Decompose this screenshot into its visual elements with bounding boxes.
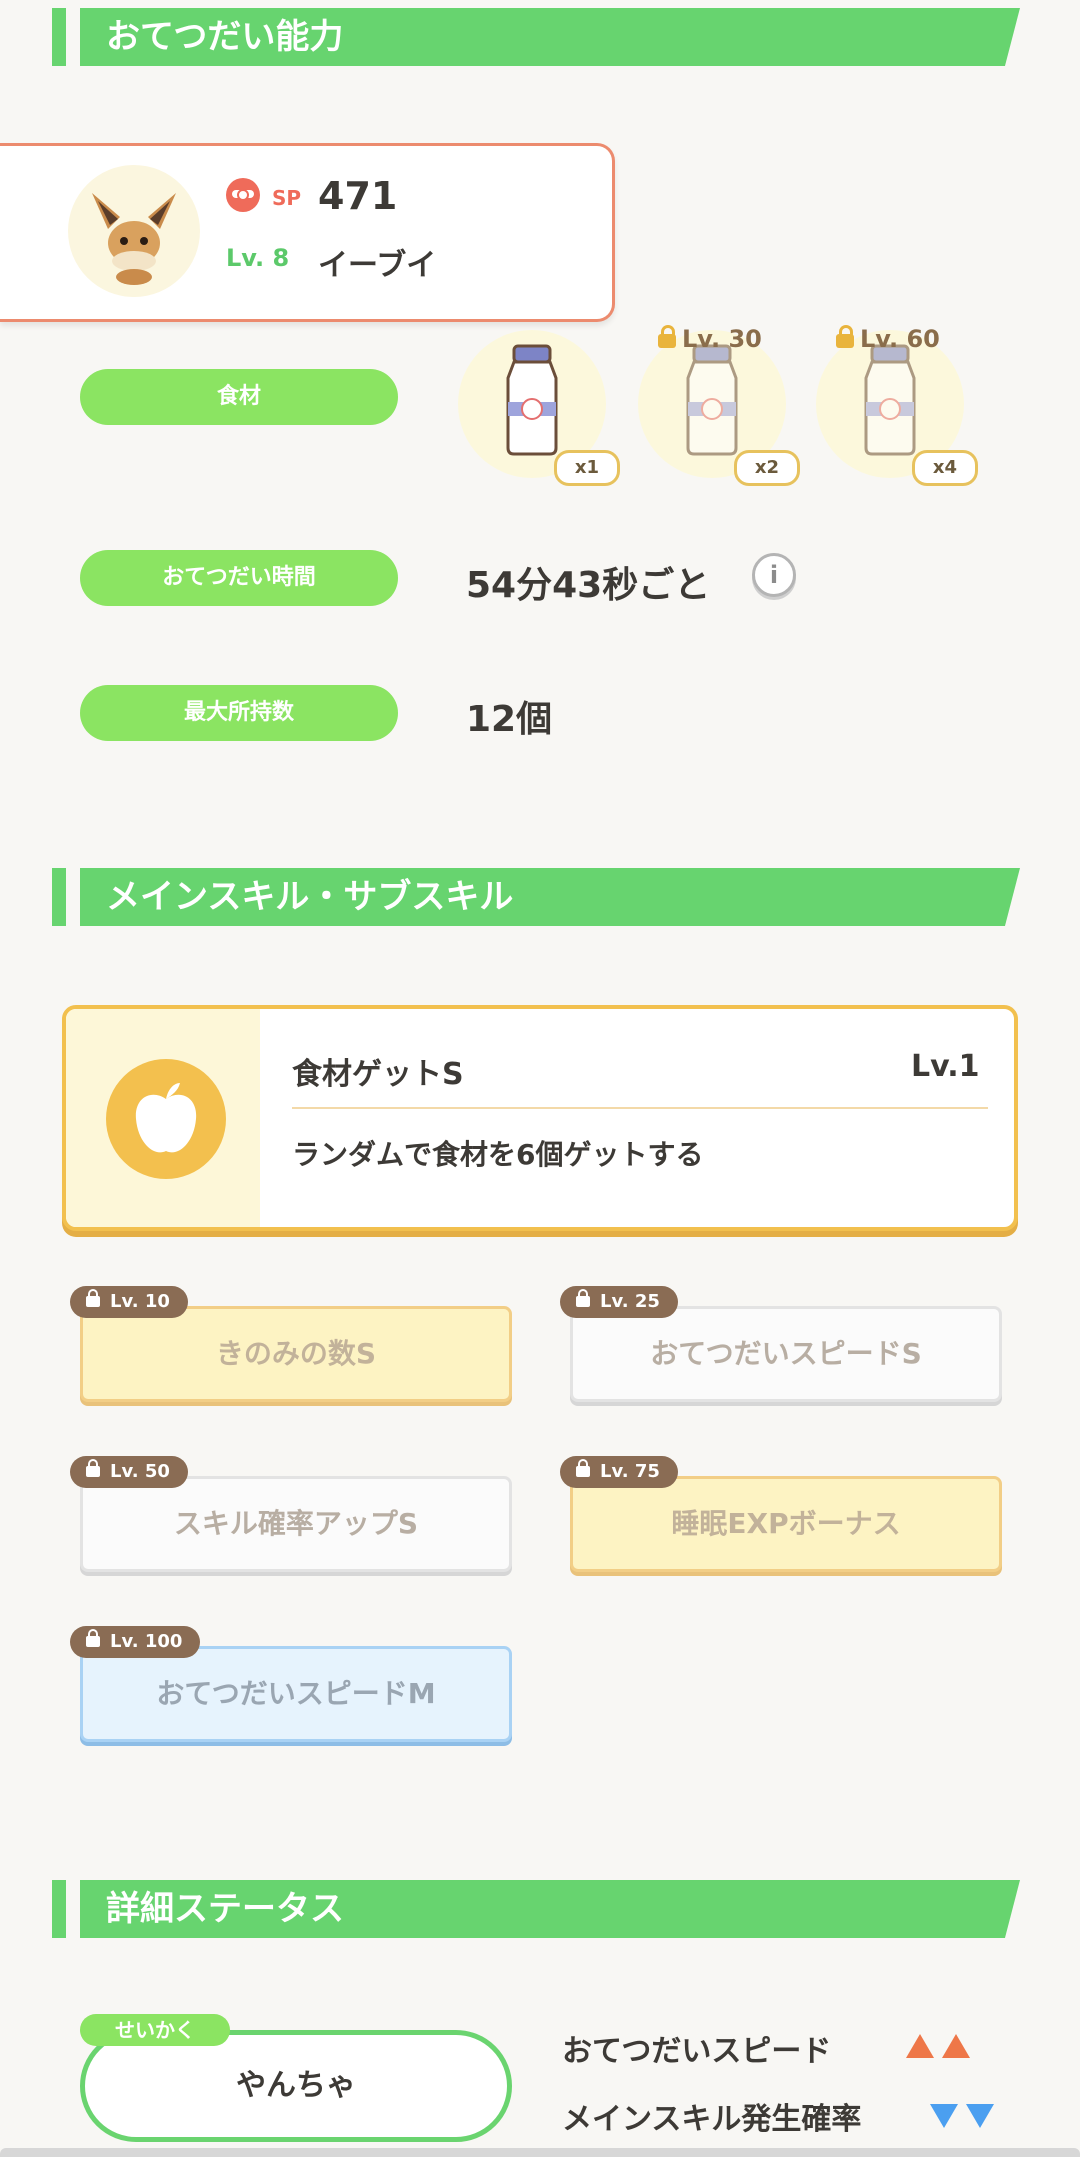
apple-icon: [106, 1059, 226, 1179]
sp-value: 471: [318, 174, 398, 218]
lock-level-label: Lv. 100: [110, 1631, 183, 1652]
section-accent: [52, 8, 66, 66]
lock-level-label: Lv. 60: [860, 325, 940, 353]
pokemon-level: Lv. 8: [226, 244, 290, 272]
max-carry-label: 最大所持数: [80, 685, 398, 741]
up-arrow-icon: [906, 2034, 934, 2058]
ingredients-label: 食材: [80, 369, 398, 425]
ingredient-lock-3: Lv. 60: [836, 325, 940, 353]
ingredient-qty-2: x2: [734, 450, 800, 486]
pokemon-name: イーブイ: [318, 248, 437, 283]
sp-label: SP: [272, 186, 302, 210]
lock-icon: [658, 325, 676, 348]
bottom-edge: [0, 2148, 1080, 2157]
sub-skill-2-lock-tag: Lv. 25: [560, 1286, 678, 1318]
lock-icon: [86, 1459, 100, 1477]
sub-skill-2[interactable]: おてつだいスピードS: [570, 1306, 1002, 1402]
sub-skill-3[interactable]: スキル確率アップS: [80, 1476, 512, 1572]
section-header-help-ability: おてつだい能力: [80, 8, 1020, 66]
main-skill-name: 食材ゲットS: [292, 1057, 464, 1092]
lock-level-label: Lv. 25: [600, 1291, 660, 1312]
lock-icon: [576, 1459, 590, 1477]
divider: [292, 1107, 988, 1109]
lock-level-label: Lv. 30: [682, 325, 762, 353]
sp-icon: [226, 178, 260, 212]
lock-level-label: Lv. 10: [110, 1291, 170, 1312]
up-arrow-icon: [942, 2034, 970, 2058]
pokemon-avatar: [68, 165, 200, 297]
lock-icon: [576, 1289, 590, 1307]
section-accent: [52, 1880, 66, 1938]
main-skill-card[interactable]: 食材ゲットS Lv.1 ランダムで食材を6個ゲットする: [62, 1005, 1018, 1231]
lock-icon: [86, 1289, 100, 1307]
milk-bottle-icon: [686, 344, 738, 456]
lock-level-label: Lv. 50: [110, 1461, 170, 1482]
milk-bottle-icon: [506, 344, 558, 456]
lock-icon: [836, 325, 854, 348]
main-skill-description: ランダムで食材を6個ゲットする: [292, 1138, 704, 1171]
ingredient-lock-2: Lv. 30: [658, 325, 762, 353]
up-stat-label: おてつだいスピード: [562, 2034, 832, 2069]
ingredient-qty-1: x1: [554, 450, 620, 486]
sub-skill-4[interactable]: 睡眠EXPボーナス: [570, 1476, 1002, 1572]
main-skill-icon-area: [66, 1009, 260, 1227]
sub-skill-4-lock-tag: Lv. 75: [560, 1456, 678, 1488]
sub-skill-5[interactable]: おてつだいスピードM: [80, 1646, 512, 1742]
lock-level-label: Lv. 75: [600, 1461, 660, 1482]
sub-skill-5-lock-tag: Lv. 100: [70, 1626, 201, 1658]
down-arrow-icon: [930, 2104, 958, 2128]
info-icon[interactable]: i: [752, 553, 796, 597]
sub-skill-1-lock-tag: Lv. 10: [70, 1286, 188, 1318]
down-arrow-icon: [966, 2104, 994, 2128]
lock-icon: [86, 1629, 100, 1647]
section-header-details: 詳細ステータス: [80, 1880, 1020, 1938]
nature-tag: せいかく: [80, 2014, 230, 2046]
section-accent: [52, 868, 66, 926]
nature-box[interactable]: やんちゃ: [80, 2030, 512, 2142]
milk-bottle-icon: [864, 344, 916, 456]
sub-skill-1[interactable]: きのみの数S: [80, 1306, 512, 1402]
help-time-value: 54分43秒ごと: [466, 565, 711, 606]
eevee-icon: [92, 193, 176, 285]
ingredient-qty-3: x4: [912, 450, 978, 486]
down-stat-label: メインスキル発生確率: [562, 2102, 862, 2137]
sub-skill-3-lock-tag: Lv. 50: [70, 1456, 188, 1488]
section-header-skills: メインスキル・サブスキル: [80, 868, 1020, 926]
max-carry-value: 12個: [466, 699, 553, 740]
help-time-label: おてつだい時間: [80, 550, 398, 606]
main-skill-level: Lv.1: [911, 1049, 980, 1084]
